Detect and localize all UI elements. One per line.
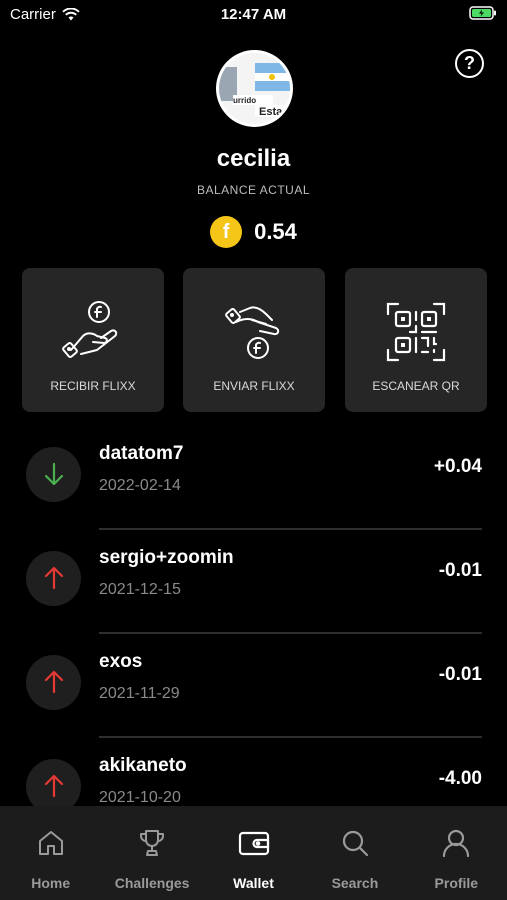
tab-home-label: Home <box>31 875 71 891</box>
tab-wallet-label: Wallet <box>233 875 274 891</box>
scan-qr-button[interactable]: ESCANEAR QR <box>345 268 487 412</box>
wallet-icon <box>238 831 269 856</box>
status-bar: Carrier 12:47 AM <box>0 0 507 30</box>
transaction-amount: +0.04 <box>433 456 482 477</box>
send-flixx-button[interactable]: ENVIAR FLIXX <box>183 268 325 412</box>
qr-code-icon <box>386 302 446 362</box>
avatar-image: urrido Esta <box>219 53 290 124</box>
avatar[interactable]: urrido Esta <box>216 50 293 127</box>
transaction-name: akikaneto <box>99 755 187 776</box>
receive-flixx-button[interactable]: RECIBIR FLIXX <box>22 268 164 412</box>
arrow-up-icon <box>44 566 64 590</box>
transaction-amount: -0.01 <box>438 560 482 581</box>
trophy-icon <box>140 830 165 856</box>
username: cecilia <box>216 145 291 172</box>
send-coin-hand-icon <box>225 306 280 359</box>
tab-search-label: Search <box>331 875 379 891</box>
transaction-row[interactable]: sergio+zoomin 2021-12-15 -0.01 <box>0 530 507 634</box>
transaction-amount: -0.01 <box>438 664 482 685</box>
transaction-date: 2021-10-20 <box>99 789 181 806</box>
transaction-name: exos <box>99 651 143 672</box>
incoming-indicator <box>26 447 81 502</box>
arrow-down-icon <box>44 462 64 486</box>
avatar-text-1: urrido <box>233 96 256 105</box>
transaction-row[interactable]: datatom7 2022-02-14 +0.04 <box>0 426 507 530</box>
balance-value: 0.54 <box>254 219 297 244</box>
clock: 12:47 AM <box>220 6 287 23</box>
transaction-row[interactable]: exos 2021-11-29 -0.01 <box>0 634 507 738</box>
transaction-date: 2021-11-29 <box>99 685 180 702</box>
transaction-name: sergio+zoomin <box>99 547 234 568</box>
arrow-up-icon <box>44 774 64 798</box>
receive-coin-hand-icon <box>62 301 118 358</box>
battery-icon <box>469 6 496 20</box>
arrow-up-icon <box>44 670 64 694</box>
tab-wallet[interactable]: Wallet <box>203 806 304 900</box>
outgoing-indicator <box>26 655 81 710</box>
receive-flixx-label: RECIBIR FLIXX <box>50 379 136 393</box>
transaction-date: 2021-12-15 <box>99 581 181 598</box>
transaction-amount: -4.00 <box>438 768 482 789</box>
send-flixx-label: ENVIAR FLIXX <box>213 379 295 393</box>
flixx-coin-icon: f <box>210 216 243 248</box>
tab-bar: Home Challenges Wallet Search Profile <box>0 806 507 900</box>
home-icon <box>38 831 63 855</box>
tab-profile[interactable]: Profile <box>406 806 507 900</box>
scan-qr-label: ESCANEAR QR <box>372 379 460 393</box>
balance-row: f 0.54 <box>0 216 507 248</box>
transaction-date: 2022-02-14 <box>99 477 181 494</box>
balance-label: BALANCE ACTUAL <box>196 183 311 197</box>
tab-challenges-label: Challenges <box>114 875 190 891</box>
tab-profile-label: Profile <box>434 875 479 891</box>
help-button[interactable]: ? <box>455 49 484 78</box>
tab-challenges[interactable]: Challenges <box>101 806 202 900</box>
tab-search[interactable]: Search <box>304 806 405 900</box>
tab-home[interactable]: Home <box>0 806 101 900</box>
transaction-name: datatom7 <box>99 443 184 464</box>
outgoing-indicator <box>26 551 81 606</box>
search-icon <box>342 830 369 857</box>
avatar-text-2: Esta <box>259 106 283 118</box>
profile-icon <box>443 829 470 858</box>
